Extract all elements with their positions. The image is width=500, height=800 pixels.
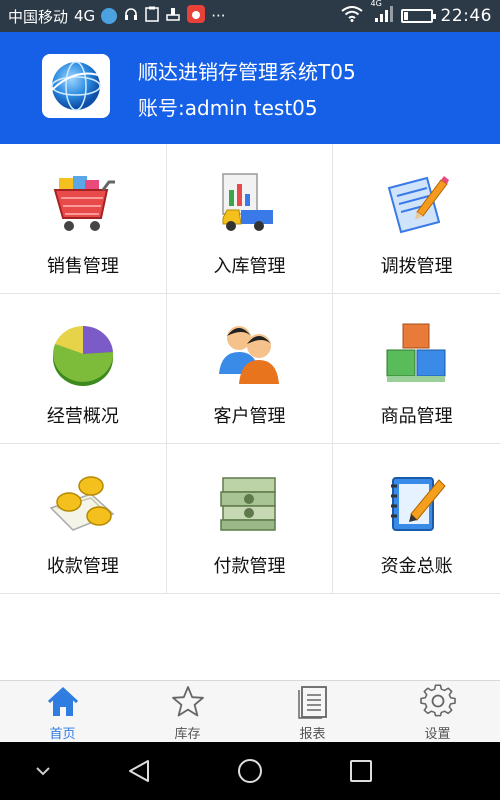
pie-chart-icon	[47, 318, 119, 390]
app-badge-icon	[187, 5, 206, 27]
coins-icon	[47, 468, 119, 540]
module-transfer[interactable]: 调拨管理	[333, 144, 500, 294]
battery-icon	[400, 9, 436, 23]
recent-apps-icon[interactable]	[346, 756, 376, 786]
signal-network-label: 4G	[370, 0, 382, 8]
module-customers[interactable]: 客户管理	[166, 294, 334, 444]
module-label: 付款管理	[213, 556, 286, 577]
back-icon[interactable]	[124, 756, 154, 786]
module-stock-in[interactable]: 入库管理	[166, 144, 334, 294]
notepad-pencil-icon	[381, 168, 453, 240]
module-label: 商品管理	[380, 406, 453, 427]
tab-label: 首页	[49, 727, 76, 742]
app-header: 顺达进销存管理系统T05 账号:admin test05	[0, 32, 500, 144]
module-label: 入库管理	[213, 256, 286, 277]
module-label: 收款管理	[46, 556, 119, 577]
home-icon	[47, 686, 78, 716]
app-logo-icon	[42, 54, 110, 118]
module-products[interactable]: 商品管理	[333, 294, 500, 444]
home-circle-icon[interactable]	[235, 756, 265, 786]
tab-settings[interactable]: 设置	[375, 681, 500, 742]
ledger-book-icon	[381, 468, 453, 540]
module-label: 调拨管理	[380, 256, 453, 277]
tab-label: 库存	[174, 727, 201, 742]
module-label: 资金总账	[380, 556, 453, 577]
gear-icon	[419, 684, 456, 717]
bottom-tab-bar: 首页 库存 报表 设置	[0, 680, 500, 742]
tab-inventory[interactable]: 库存	[125, 681, 250, 742]
tab-home[interactable]: 首页	[0, 681, 125, 742]
tab-label: 设置	[424, 727, 451, 742]
status-bar: 中国移动 4G ··· 4G 22:46	[0, 0, 500, 32]
clipboard-icon	[145, 6, 159, 26]
module-label: 经营概况	[46, 406, 119, 427]
app-notification-icon	[101, 8, 118, 24]
money-stack-icon	[213, 468, 285, 540]
app-title: 顺达进销存管理系统T05	[138, 60, 356, 84]
system-nav-bar	[0, 742, 500, 800]
carrier-label: 中国移动	[8, 7, 69, 26]
star-icon	[171, 686, 204, 717]
tab-reports[interactable]: 报表	[250, 681, 375, 742]
module-payments[interactable]: 付款管理	[166, 444, 334, 594]
signal-icon: 4G	[371, 0, 393, 27]
more-notifications: ···	[211, 7, 226, 25]
network-type: 4G	[74, 7, 96, 25]
brush-icon	[165, 6, 181, 26]
module-label: 销售管理	[46, 256, 119, 277]
module-ledger[interactable]: 资金总账	[333, 444, 500, 594]
wifi-icon	[340, 6, 363, 26]
delivery-truck-icon	[213, 168, 285, 240]
clock: 22:46	[440, 6, 492, 26]
account-label: 账号:admin test05	[138, 96, 318, 120]
module-overview[interactable]: 经营概况	[0, 294, 167, 444]
product-boxes-icon	[381, 318, 453, 390]
tab-label: 报表	[299, 727, 326, 742]
module-sales[interactable]: 销售管理	[0, 144, 167, 294]
module-label: 客户管理	[213, 406, 286, 427]
chevron-down-icon[interactable]	[28, 756, 58, 786]
shopping-cart-icon	[47, 168, 119, 240]
module-receipts[interactable]: 收款管理	[0, 444, 167, 594]
module-grid: 销售管理 入库管理 调拨管理 经营概况 客户管理 商品管理 收款管理 付款管理 …	[0, 144, 500, 594]
headset-icon	[123, 6, 139, 26]
users-icon	[213, 318, 285, 390]
report-icon	[297, 686, 327, 719]
